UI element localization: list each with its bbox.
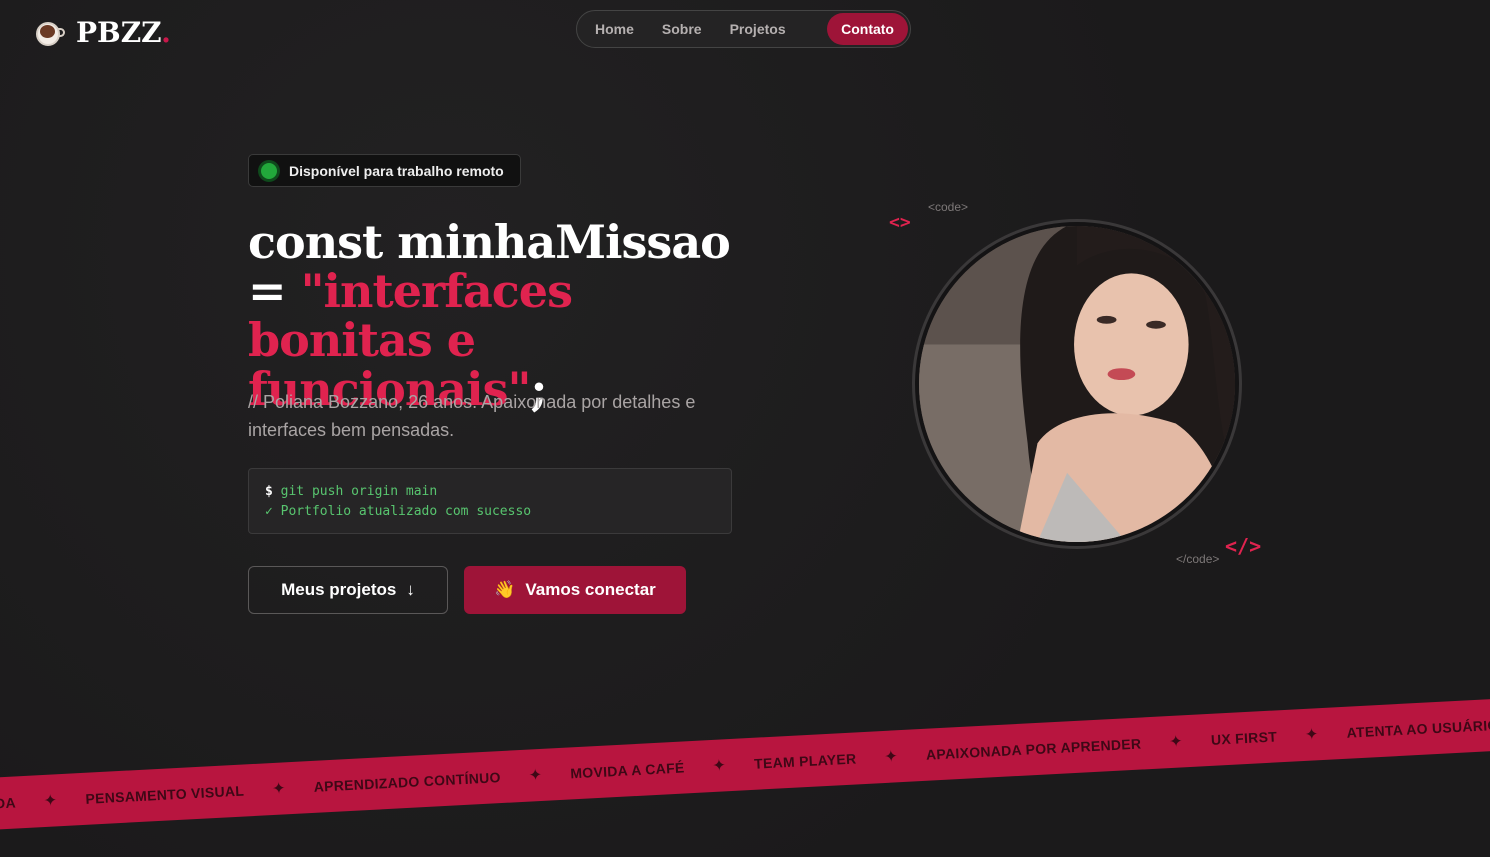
terminal-prompt: $ — [265, 484, 273, 499]
nav-sobre[interactable]: Sobre — [648, 13, 716, 45]
terminal-box: $ git push origin main ✓ Portfolio atual… — [248, 468, 732, 534]
coffee-cup-icon — [34, 18, 65, 48]
hero-headline: const minhaMissao = "interfaces bonitas e… — [248, 215, 731, 416]
star-icon: ✦ — [883, 748, 899, 766]
connect-label: Vamos conectar — [525, 580, 656, 599]
terminal-output: ✓ Portfolio atualizado com sucesso — [265, 504, 532, 519]
logo-text: PBZZ. — [76, 16, 171, 49]
marquee-item: UX FIRST ✦ — [1210, 726, 1320, 748]
nav-contato[interactable]: Contato — [827, 13, 908, 45]
marquee-item: DA ✦ — [0, 792, 58, 812]
marquee-item: TEAM PLAYER ✦ — [753, 748, 899, 772]
nav-home[interactable]: Home — [581, 13, 648, 45]
code-close-tag: </code> — [1176, 552, 1220, 566]
star-icon: ✦ — [1168, 733, 1184, 752]
code-open-tag: <code> — [928, 200, 969, 214]
logo[interactable]: PBZZ. — [34, 16, 171, 49]
waving-hand-icon: 👋 — [494, 580, 516, 599]
code-bracket-icon: <> — [889, 212, 911, 233]
star-icon: ✦ — [271, 780, 287, 799]
my-projects-label: Meus projetos — [281, 580, 397, 599]
connect-button[interactable]: 👋 Vamos conectar — [464, 566, 686, 614]
terminal-command: git push origin main — [280, 484, 438, 499]
profile-photo-frame — [912, 219, 1242, 549]
star-icon: ✦ — [43, 792, 58, 810]
availability-badge: Disponível para trabalho remoto — [248, 154, 521, 187]
my-projects-button[interactable]: Meus projetos ↓ — [248, 566, 448, 614]
marquee-item: ATENTA AO USUÁRIO✦ — [1346, 716, 1490, 741]
arrow-down-icon: ↓ — [406, 580, 415, 599]
star-icon: ✦ — [528, 766, 543, 785]
marquee-item: APAIXONADA POR APRENDER ✦ — [925, 733, 1184, 763]
marquee-item: APRENDIZADO CONTÍNUO ✦ — [313, 766, 543, 795]
skills-marquee: DA ✦ PENSAMENTO VISUAL ✦ APRENDIZADO CONTÍ… — [0, 696, 1490, 832]
marquee-item: MOVIDA A CAFÉ ✦ — [569, 757, 727, 782]
code-close-bracket-icon: </> — [1225, 534, 1262, 558]
profile-photo — [919, 226, 1235, 542]
hero-subtitle: // Poliana Bozzano, 26 anos. Apaixonada … — [248, 392, 696, 440]
status-dot-icon — [261, 162, 277, 179]
main-nav: Home Sobre Projetos Contato — [576, 10, 911, 48]
star-icon: ✦ — [712, 757, 727, 775]
star-icon: ✦ — [1304, 726, 1320, 744]
marquee-item: PENSAMENTO VISUAL ✦ — [85, 780, 287, 807]
badge-label: Disponível para trabalho remoto — [289, 162, 504, 179]
nav-projetos[interactable]: Projetos — [716, 13, 800, 45]
